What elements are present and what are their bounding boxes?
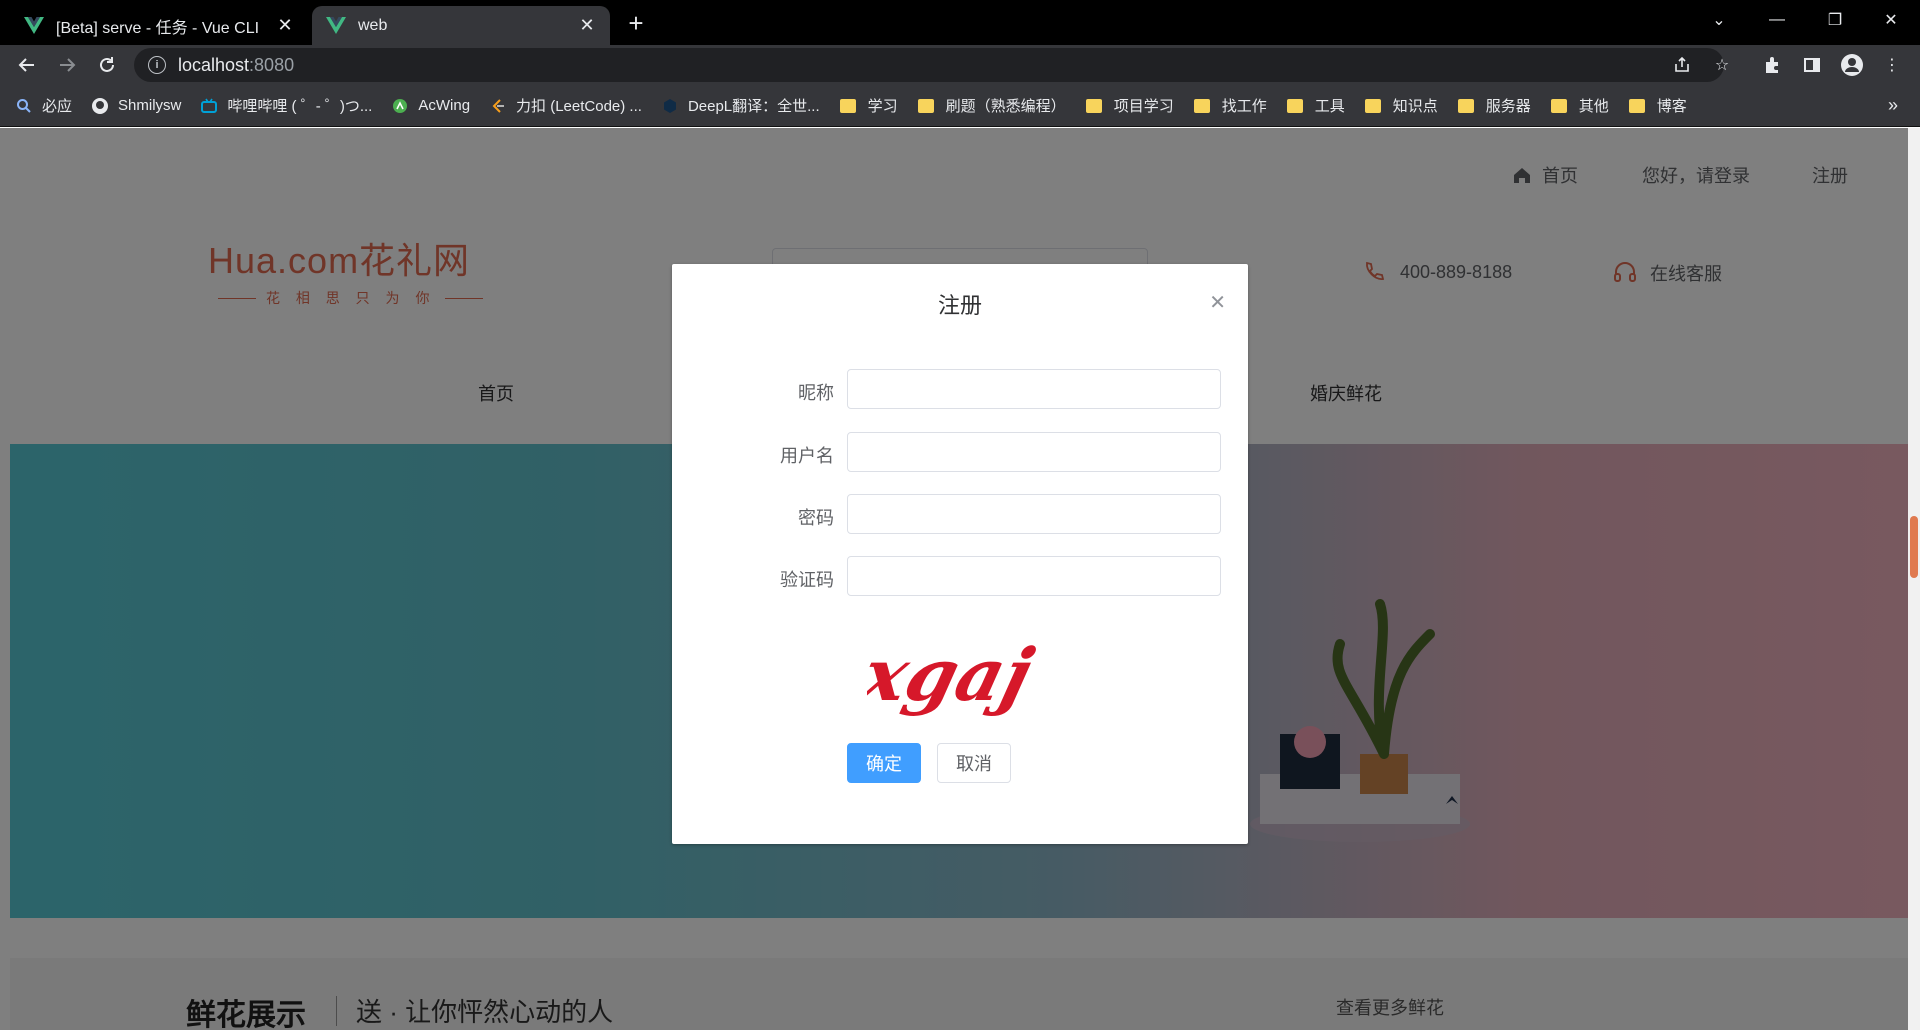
- browser-tab-vue-cli[interactable]: [Beta] serve - 任务 - Vue CLI ✕: [10, 6, 308, 45]
- username-input[interactable]: [847, 432, 1221, 472]
- bookmark-folder[interactable]: 其他: [1550, 95, 1609, 116]
- site-info-icon[interactable]: i: [148, 56, 166, 74]
- acwing-icon: [393, 98, 408, 113]
- captcha-label: 验证码: [780, 570, 834, 590]
- dialog-title: 注册: [937, 293, 982, 318]
- address-bar[interactable]: i localhost:8080: [134, 48, 1724, 82]
- folder-icon: [1364, 98, 1381, 113]
- bilibili-icon: [201, 98, 218, 113]
- vue-logo-icon: [24, 16, 44, 34]
- tab-search-icon[interactable]: ⌄: [1690, 0, 1748, 40]
- leetcode-icon: [492, 98, 505, 113]
- bookmark-item[interactable]: Shmilysw: [92, 97, 181, 114]
- bookmark-item[interactable]: 哔哩哔哩 ( ゜- ゜)つ...: [201, 95, 372, 116]
- password-label: 密码: [798, 508, 834, 528]
- bookmark-star-icon[interactable]: ☆: [1710, 53, 1734, 77]
- bookmark-label: 知识点: [1392, 98, 1438, 115]
- bookmark-item[interactable]: 力扣 (LeetCode) ...: [490, 95, 642, 116]
- bookmark-label: 工具: [1314, 98, 1345, 115]
- bookmark-label: AcWing: [418, 97, 471, 114]
- bookmark-label: 服务器: [1485, 98, 1531, 115]
- bookmark-folder[interactable]: 博客: [1628, 95, 1687, 116]
- extensions-icon[interactable]: [1760, 53, 1784, 77]
- bookmark-label: 力扣 (LeetCode) ...: [516, 98, 642, 115]
- profile-avatar-icon[interactable]: [1840, 53, 1864, 77]
- bookmark-label: DeepL翻译：全世...: [687, 98, 820, 115]
- page-scrollbar[interactable]: [1908, 128, 1920, 1030]
- bookmark-label: 哔哩哔哩 ( ゜- ゜)つ...: [227, 98, 373, 115]
- tab-title: web: [358, 16, 388, 34]
- folder-icon: [1286, 98, 1303, 113]
- close-icon[interactable]: ✕: [1209, 290, 1226, 315]
- bookmark-item[interactable]: 必应: [16, 95, 72, 116]
- captcha-text: xgaj: [867, 633, 1041, 716]
- tab-close-icon[interactable]: ✕: [276, 15, 294, 36]
- browser-toolbar: i localhost:8080 ☆ ⋮: [0, 45, 1920, 85]
- tab-close-icon[interactable]: ✕: [578, 15, 596, 36]
- search-icon: [17, 98, 31, 113]
- bookmark-folder[interactable]: 学习: [839, 95, 898, 116]
- bookmark-label: 项目学习: [1113, 98, 1174, 115]
- deepl-icon: [663, 98, 676, 113]
- folder-icon: [1193, 98, 1210, 113]
- folder-icon: [1085, 98, 1102, 113]
- nickname-input[interactable]: [847, 369, 1221, 409]
- new-tab-icon[interactable]: +: [620, 8, 652, 38]
- bookmark-item[interactable]: DeepL翻译：全世...: [662, 95, 820, 116]
- tab-title: [Beta] serve - 任务 - Vue CLI: [56, 19, 260, 37]
- browser-tab-strip: [Beta] serve - 任务 - Vue CLI ✕ web ✕ + ⌄ …: [0, 0, 1920, 45]
- bookmark-folder[interactable]: 知识点: [1364, 95, 1438, 116]
- restore-icon[interactable]: ❐: [1806, 0, 1864, 40]
- bookmark-folder[interactable]: 刷题（熟悉编程）: [917, 95, 1066, 116]
- password-input[interactable]: [847, 494, 1221, 534]
- bookmark-label: 博客: [1656, 98, 1687, 115]
- bookmark-label: 必应: [42, 98, 73, 115]
- cancel-button[interactable]: 取消: [937, 743, 1011, 783]
- bookmark-label: 学习: [867, 98, 898, 115]
- bookmarks-bar: 必应 Shmilysw 哔哩哔哩 ( ゜- ゜)つ... AcWing 力扣 (…: [0, 85, 1920, 127]
- folder-icon: [1457, 98, 1474, 113]
- captcha-row: 验证码: [672, 556, 1248, 596]
- nickname-label: 昵称: [798, 383, 834, 403]
- github-icon: [92, 97, 109, 114]
- minimize-icon[interactable]: —: [1748, 0, 1806, 40]
- bookmark-folder[interactable]: 工具: [1286, 95, 1345, 116]
- browser-tab-web[interactable]: web ✕: [312, 6, 610, 45]
- password-row: 密码: [672, 494, 1248, 534]
- browser-menu-icon[interactable]: ⋮: [1880, 53, 1904, 77]
- username-label: 用户名: [780, 446, 834, 466]
- side-panel-icon[interactable]: [1800, 53, 1824, 77]
- bookmark-label: 找工作: [1221, 98, 1267, 115]
- bookmark-folder[interactable]: 找工作: [1193, 95, 1267, 116]
- folder-icon: [917, 98, 934, 113]
- folder-icon: [1628, 98, 1645, 113]
- username-row: 用户名: [672, 432, 1248, 472]
- bookmark-label: 刷题（熟悉编程）: [945, 98, 1066, 115]
- bookmarks-overflow-icon[interactable]: »: [1888, 95, 1898, 116]
- bookmark-label: 其他: [1578, 98, 1609, 115]
- url-host: localhost: [178, 54, 250, 75]
- scrollbar-thumb[interactable]: [1910, 516, 1918, 578]
- folder-icon: [839, 98, 856, 113]
- url-port: :8080: [249, 54, 295, 75]
- captcha-input[interactable]: [847, 556, 1221, 596]
- reload-icon[interactable]: [92, 50, 122, 80]
- vue-logo-icon: [326, 16, 346, 34]
- captcha-image[interactable]: xgaj: [867, 632, 1102, 716]
- folder-icon: [1550, 98, 1567, 113]
- bookmark-folder[interactable]: 项目学习: [1085, 95, 1174, 116]
- bookmark-label: Shmilysw: [118, 97, 182, 114]
- bookmark-item[interactable]: AcWing: [392, 97, 470, 114]
- nickname-row: 昵称: [672, 369, 1248, 409]
- bookmark-folder[interactable]: 服务器: [1457, 95, 1531, 116]
- back-icon[interactable]: [12, 50, 42, 80]
- forward-icon[interactable]: [52, 50, 82, 80]
- share-icon[interactable]: [1670, 53, 1694, 77]
- confirm-button[interactable]: 确定: [847, 743, 921, 783]
- window-close-icon[interactable]: ✕: [1862, 0, 1920, 40]
- register-dialog: 注册 ✕ 昵称 用户名 密码 验证码 xgaj 确定 取消: [672, 264, 1248, 844]
